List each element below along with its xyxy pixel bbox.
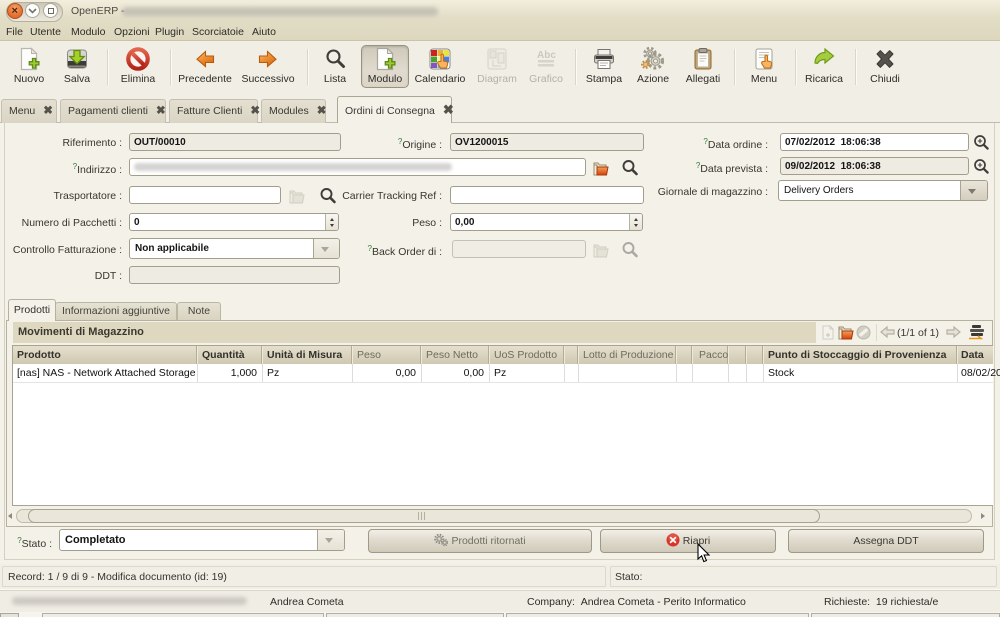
svg-text:Abc: Abc [537,50,556,61]
